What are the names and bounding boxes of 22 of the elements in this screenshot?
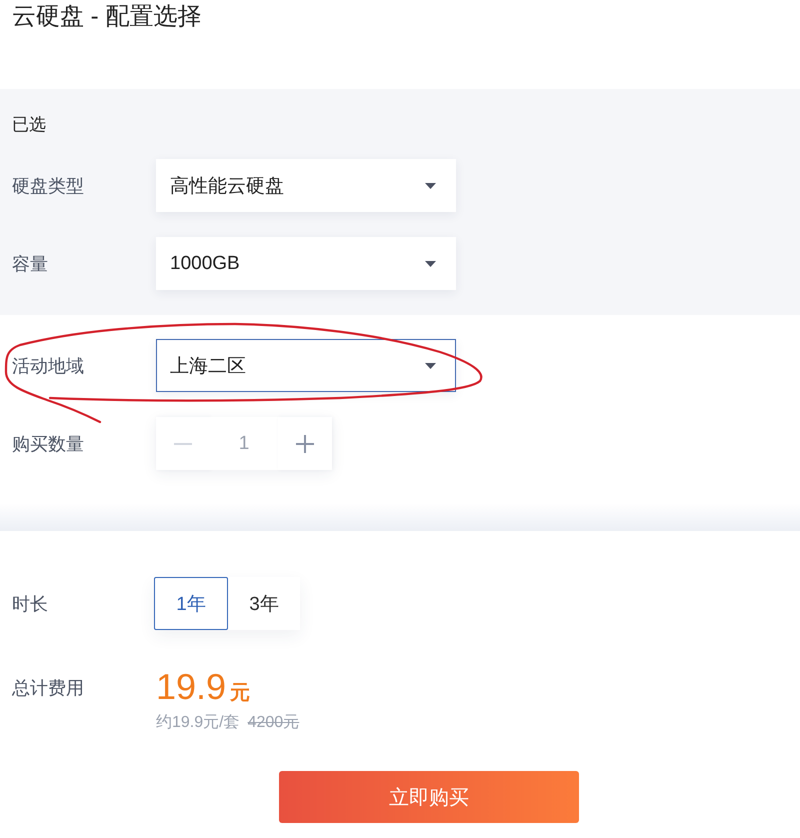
field-label: 总计费用 bbox=[12, 677, 84, 700]
duration-option[interactable]: 3年 bbox=[228, 577, 300, 630]
field-label: 硬盘类型 bbox=[12, 174, 84, 198]
section-heading: 已选 bbox=[12, 114, 46, 136]
original-price: 4200元 bbox=[248, 713, 300, 733]
minus-icon bbox=[174, 442, 192, 444]
dropdown-select[interactable]: 1000GB bbox=[156, 237, 456, 290]
field-label: 活动地域 bbox=[12, 354, 84, 378]
field-label: 购买数量 bbox=[12, 432, 84, 456]
field-label: 时长 bbox=[12, 592, 48, 616]
dropdown-select[interactable]: 上海二区 bbox=[156, 339, 456, 392]
plus-icon bbox=[296, 434, 314, 452]
caret-icon bbox=[425, 362, 436, 368]
duration-option[interactable]: 1年 bbox=[154, 577, 228, 630]
caret-icon bbox=[425, 182, 436, 188]
field-label: 容量 bbox=[12, 252, 48, 276]
page-title: 云硬盘 - 配置选择 bbox=[11, 2, 202, 32]
caret-icon bbox=[425, 260, 436, 266]
currency-unit: 元 bbox=[230, 681, 250, 706]
unit-price: 约19.9元/套 bbox=[156, 713, 240, 733]
dropdown-select[interactable]: 高性能云硬盘 bbox=[156, 159, 456, 212]
total-price: 19.9 bbox=[156, 666, 226, 708]
